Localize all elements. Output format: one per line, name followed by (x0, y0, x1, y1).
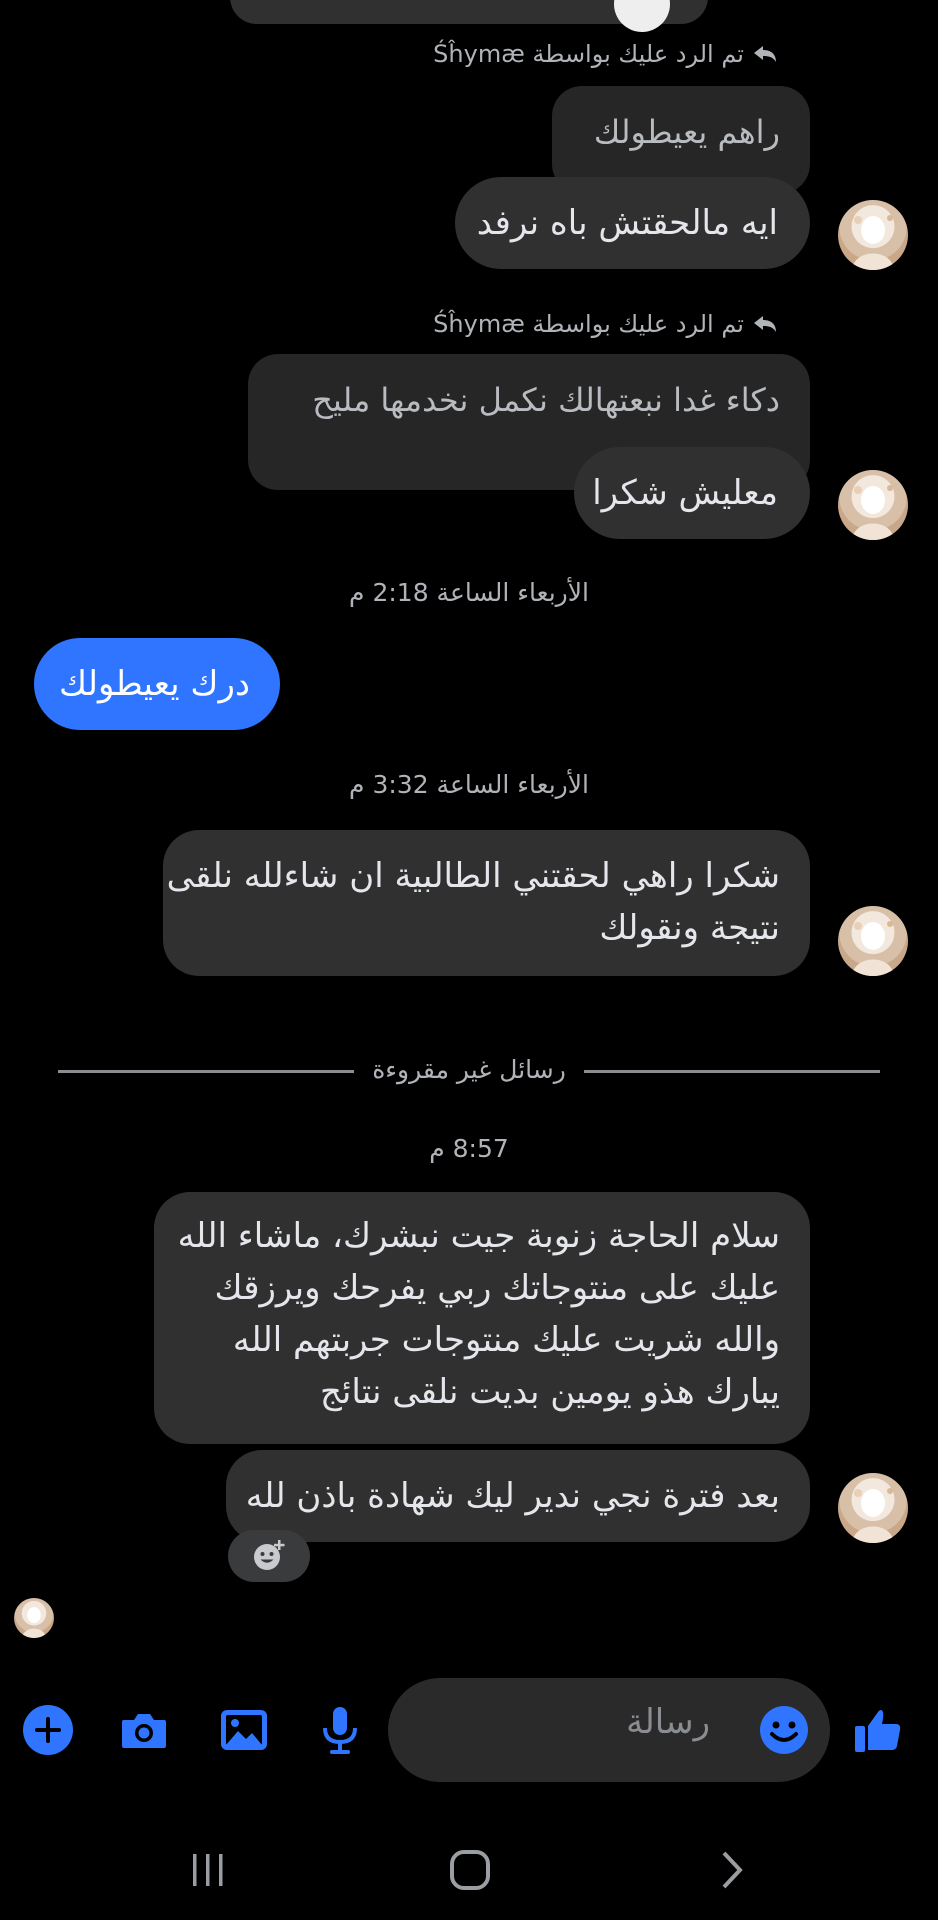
avatar-image (852, 215, 894, 270)
message-bubble[interactable]: ايه مالحقتش باه نرفد (455, 177, 810, 269)
camera-button[interactable] (118, 1704, 170, 1756)
seen-by-avatar (14, 1598, 54, 1638)
contact-avatar[interactable] (838, 1473, 908, 1543)
message-bubble[interactable]: بعد فترة نجي ندير ليك شهادة باذن لله (226, 1450, 810, 1542)
message-input[interactable]: رسالة (388, 1678, 830, 1782)
contact-avatar[interactable] (838, 906, 908, 976)
microphone-icon (323, 1707, 357, 1754)
message-bubble[interactable]: سلام الحاجة زنوبة جيت نبشرك، ماشاء الله … (154, 1192, 810, 1444)
reply-label: تم الرد عليك بواسطة Śĥymæ (433, 40, 778, 68)
emoji-icon[interactable] (758, 1704, 810, 1756)
home-button[interactable] (440, 1840, 500, 1900)
reply-label-text: تم الرد عليك بواسطة Śĥymæ (433, 310, 744, 338)
message-text-line: سلام الحاجة زنوبة جيت نبشرك، ماشاء الله (177, 1216, 780, 1256)
message-bubble[interactable]: معليش شكرا (574, 447, 810, 539)
add-reaction-icon (254, 1540, 285, 1570)
timestamp: الأربعاء الساعة 2:18 م (349, 578, 589, 607)
like-button[interactable] (852, 1704, 904, 1756)
avatar-image (852, 921, 894, 976)
avatar-image (852, 1488, 894, 1543)
gallery-button[interactable] (218, 1704, 270, 1756)
reply-arrow-icon (754, 46, 776, 62)
camera-icon (122, 1714, 166, 1748)
message-text-line: نتيجة ونقولك (599, 908, 780, 948)
home-icon (450, 1850, 490, 1890)
system-navigation-bar (0, 1820, 938, 1920)
message-text: بعد فترة نجي ندير ليك شهادة باذن لله (245, 1476, 780, 1516)
message-composer: رسالة (0, 1678, 938, 1782)
timestamp: 8:57 م (429, 1134, 509, 1163)
avatar-image (22, 1607, 46, 1638)
plus-icon (23, 1705, 73, 1755)
my-message-bubble[interactable]: درك يعيطولك (34, 638, 280, 730)
back-icon (722, 1851, 743, 1889)
message-text-line: شكرا راهي لحقتني الطالبية ان شاءلله نلقى (166, 856, 780, 896)
message-text-line: والله شريت عليك منتوجات جربتهم الله (232, 1320, 780, 1360)
previous-message-avatar (614, 0, 670, 32)
plus-button[interactable] (22, 1704, 74, 1756)
reply-label: تم الرد عليك بواسطة Śĥymæ (433, 310, 778, 338)
contact-avatar[interactable] (838, 200, 908, 270)
recent-apps-button[interactable] (178, 1840, 238, 1900)
microphone-button[interactable] (314, 1704, 366, 1756)
avatar-image (852, 485, 894, 540)
reply-label-text: تم الرد عليك بواسطة Śĥymæ (433, 40, 744, 68)
message-text: درك يعيطولك (59, 664, 250, 704)
previous-message-bubble (230, 0, 708, 32)
message-input-placeholder: رسالة (626, 1702, 710, 1742)
back-button[interactable] (702, 1840, 762, 1900)
add-reaction-button[interactable] (228, 1530, 310, 1582)
gallery-icon (221, 1710, 267, 1750)
recent-apps-icon (193, 1854, 223, 1886)
message-bubble[interactable]: شكرا راهي لحقتني الطالبية ان شاءلله نلقى… (163, 830, 810, 976)
message-text-line: يبارك هذو يومين بديت نلقى نتائج (319, 1372, 780, 1412)
quoted-text: راهم يعيطولك (593, 113, 780, 151)
like-icon (855, 1710, 901, 1752)
message-text-line: عليك على منتوجاتك ربي يفرحك ويرزقك (214, 1268, 780, 1308)
divider-line (584, 1070, 880, 1073)
reply-arrow-icon (754, 316, 776, 332)
contact-avatar[interactable] (838, 470, 908, 540)
quoted-text: دكاء غدا نبعتهالك نكمل نخدمها مليح (312, 381, 780, 419)
timestamp: الأربعاء الساعة 3:32 م (349, 770, 589, 799)
unread-divider: رسائل غير مقروءة (58, 1055, 880, 1085)
message-text: ايه مالحقتش باه نرفد (476, 203, 778, 243)
message-text: معليش شكرا (592, 473, 778, 513)
